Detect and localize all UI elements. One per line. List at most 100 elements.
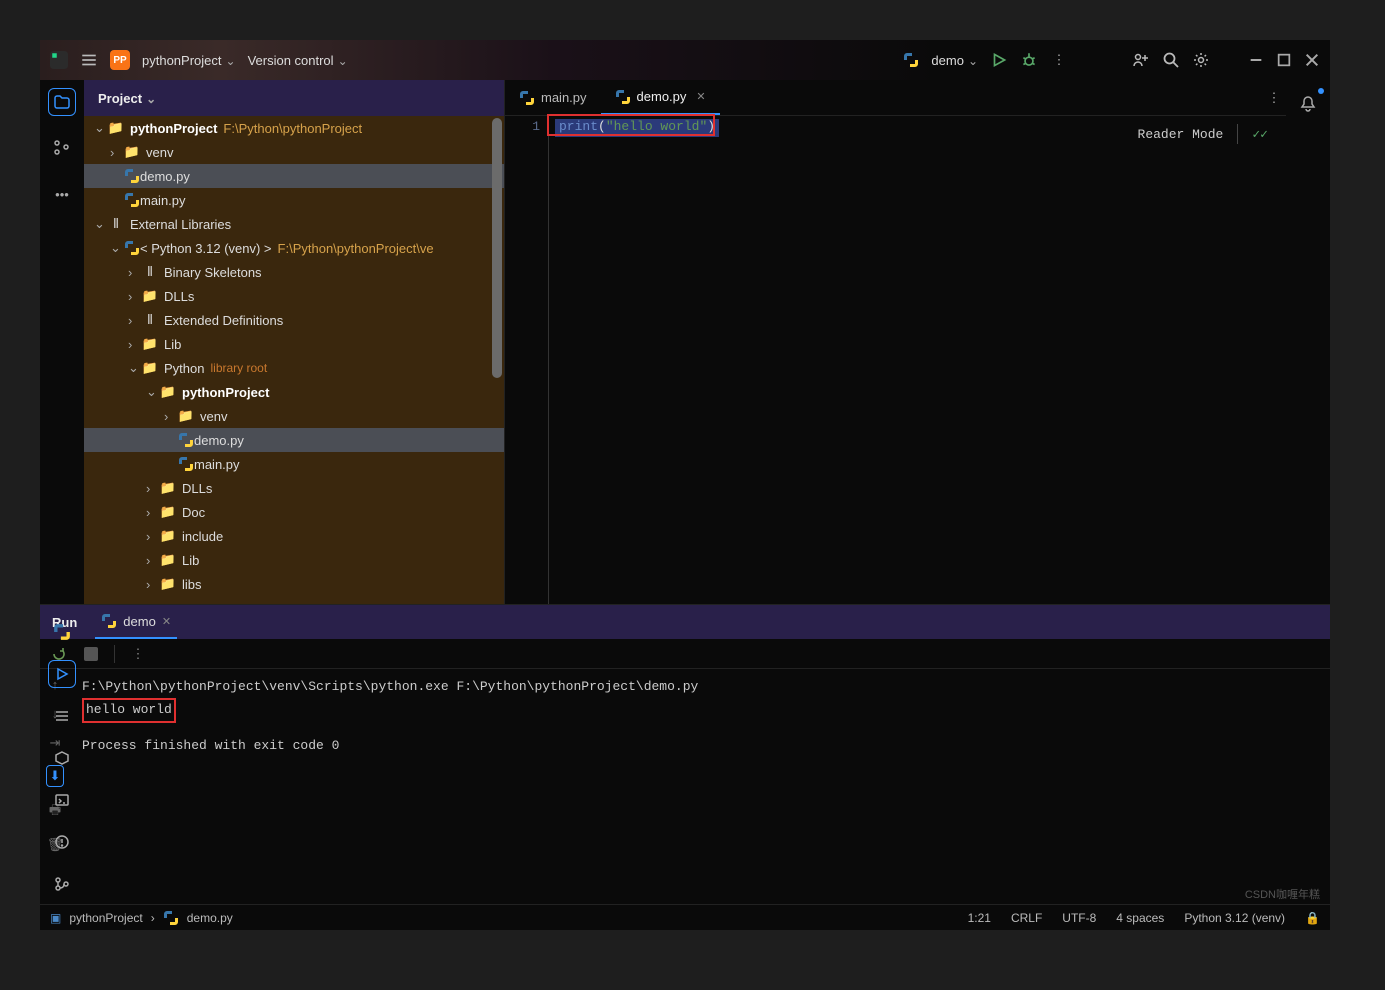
- run-tool-window: Run demo✕ ⋮ ↑ ↓ ⇥ ⬇ 🖶 🗑 F:\Python\python…: [40, 604, 1330, 904]
- tree-python-interp[interactable]: ⌄< Python 3.12 (venv) >F:\Python\pythonP…: [84, 236, 504, 260]
- tree-item[interactable]: ›⫴Binary Skeletons: [84, 260, 504, 284]
- tree-label: demo.py: [194, 433, 244, 448]
- more-actions-icon[interactable]: ⋮: [1050, 51, 1068, 69]
- tree-item-python-libroot[interactable]: ⌄📁Pythonlibrary root: [84, 356, 504, 380]
- tree-item[interactable]: ›📁DLLs: [84, 476, 504, 500]
- more-tools-button[interactable]: •••: [48, 180, 76, 208]
- terminal-button[interactable]: [48, 786, 76, 814]
- folder-icon: 📁: [142, 360, 158, 376]
- project-panel-header[interactable]: Project: [84, 80, 504, 116]
- tab-close-icon[interactable]: ✕: [696, 90, 705, 103]
- python-file-icon: [519, 90, 535, 106]
- python-file-icon: [615, 89, 631, 105]
- tree-item[interactable]: ›📁DLLs: [84, 284, 504, 308]
- titlebar: PP pythonProject Version control demo ⋮: [40, 40, 1330, 80]
- debug-button[interactable]: [1020, 51, 1038, 69]
- check-icon: ✓✓: [1252, 127, 1268, 142]
- vcs-button[interactable]: [48, 870, 76, 898]
- services-button[interactable]: [48, 702, 76, 730]
- tab-more-icon[interactable]: ⋮: [1262, 80, 1286, 115]
- tree-label: include: [182, 529, 223, 544]
- tree-label: Extended Definitions: [164, 313, 283, 328]
- tree-item-venv[interactable]: ›📁venv: [84, 140, 504, 164]
- vcs-menu[interactable]: Version control: [248, 53, 348, 68]
- hamburger-menu-icon[interactable]: [80, 51, 98, 69]
- tree-label: Lib: [182, 553, 199, 568]
- tree-item[interactable]: main.py: [84, 452, 504, 476]
- tab-demo[interactable]: demo.py✕: [601, 80, 720, 115]
- breadcrumb-file[interactable]: demo.py: [187, 911, 233, 925]
- window-close[interactable]: [1304, 52, 1320, 68]
- python-file-icon: [124, 168, 140, 184]
- folder-icon: 📁: [178, 408, 194, 424]
- python-file-icon: [178, 456, 194, 472]
- tab-label: main.py: [541, 90, 587, 105]
- window-minimize[interactable]: [1248, 52, 1264, 68]
- line-number: 1: [505, 119, 540, 134]
- folder-icon: 📁: [142, 336, 158, 352]
- notifications-icon[interactable]: [1294, 90, 1322, 118]
- tree-item[interactable]: ›📁Doc: [84, 500, 504, 524]
- project-tool-button[interactable]: [48, 88, 76, 116]
- problems-button[interactable]: [48, 828, 76, 856]
- python-icon: [124, 240, 140, 256]
- project-tree[interactable]: ⌄📁pythonProjectF:\Python\pythonProject ›…: [84, 116, 504, 604]
- run-config-selector[interactable]: demo: [931, 53, 978, 68]
- tree-item-demo[interactable]: demo.py: [84, 164, 504, 188]
- status-interpreter[interactable]: Python 3.12 (venv): [1184, 911, 1285, 925]
- window-maximize[interactable]: [1276, 52, 1292, 68]
- python-console-button[interactable]: [48, 618, 76, 646]
- tree-label: Binary Skeletons: [164, 265, 262, 280]
- tree-root[interactable]: ⌄📁pythonProjectF:\Python\pythonProject: [84, 116, 504, 140]
- tree-external-libraries[interactable]: ⌄⫴External Libraries: [84, 212, 504, 236]
- breadcrumb-project[interactable]: pythonProject: [69, 911, 142, 925]
- tree-item[interactable]: ›📁Lib: [84, 332, 504, 356]
- tree-item[interactable]: ›📁venv: [84, 404, 504, 428]
- more-icon[interactable]: ⋮: [129, 645, 147, 663]
- run-toolbar: ⋮: [40, 639, 1330, 669]
- tree-label: < Python 3.12 (venv) >: [140, 241, 272, 256]
- status-line-sep[interactable]: CRLF: [1011, 911, 1042, 925]
- bottom-left-rail: [40, 618, 84, 904]
- run-button[interactable]: [990, 51, 1008, 69]
- tree-item-main[interactable]: main.py: [84, 188, 504, 212]
- tree-item[interactable]: ⌄📁pythonProject: [84, 380, 504, 404]
- close-icon[interactable]: ✕: [162, 615, 171, 628]
- stop-button[interactable]: [82, 645, 100, 663]
- console-line: Process finished with exit code 0: [82, 736, 1318, 757]
- status-lock-icon[interactable]: 🔒: [1305, 911, 1320, 925]
- folder-icon: 📁: [160, 504, 176, 520]
- python-packages-button[interactable]: [48, 744, 76, 772]
- folder-icon: 📁: [124, 144, 140, 160]
- console-output[interactable]: F:\Python\pythonProject\venv\Scripts\pyt…: [70, 669, 1330, 904]
- tree-item[interactable]: demo.py: [84, 428, 504, 452]
- status-encoding[interactable]: UTF-8: [1062, 911, 1096, 925]
- structure-tool-button[interactable]: [48, 134, 76, 162]
- tree-item[interactable]: ›📁Lib: [84, 548, 504, 572]
- tree-item[interactable]: ›📁include: [84, 524, 504, 548]
- tree-label: libs: [182, 577, 202, 592]
- code-line[interactable]: print("hello world"): [555, 119, 719, 137]
- project-selector[interactable]: pythonProject: [142, 53, 236, 68]
- run-tool-button[interactable]: [48, 660, 76, 688]
- tree-label: External Libraries: [130, 217, 231, 232]
- tree-item[interactable]: ›⫴Extended Definitions: [84, 308, 504, 332]
- code-editor[interactable]: 1 print("hello world") Reader Mode ✓✓: [505, 116, 1286, 604]
- scrollbar[interactable]: [492, 118, 502, 378]
- tree-label: Lib: [164, 337, 181, 352]
- folder-icon: 📁: [160, 552, 176, 568]
- tree-item[interactable]: ›📁libs: [84, 572, 504, 596]
- search-icon[interactable]: [1162, 51, 1180, 69]
- python-file-icon: [101, 613, 117, 629]
- tab-main[interactable]: main.py: [505, 80, 601, 115]
- tree-path: F:\Python\pythonProject\ve: [278, 241, 434, 256]
- run-header: Run demo✕: [40, 605, 1330, 639]
- folder-icon: 📁: [160, 384, 176, 400]
- code-with-me-icon[interactable]: [1132, 51, 1150, 69]
- status-cursor-pos[interactable]: 1:21: [968, 911, 991, 925]
- settings-gear-icon[interactable]: [1192, 51, 1210, 69]
- run-tab[interactable]: demo✕: [95, 605, 177, 639]
- reader-mode-indicator[interactable]: Reader Mode ✓✓: [1138, 124, 1268, 144]
- editor-area: main.py demo.py✕ ⋮ 1 print("hello world"…: [504, 80, 1286, 604]
- status-indent[interactable]: 4 spaces: [1116, 911, 1164, 925]
